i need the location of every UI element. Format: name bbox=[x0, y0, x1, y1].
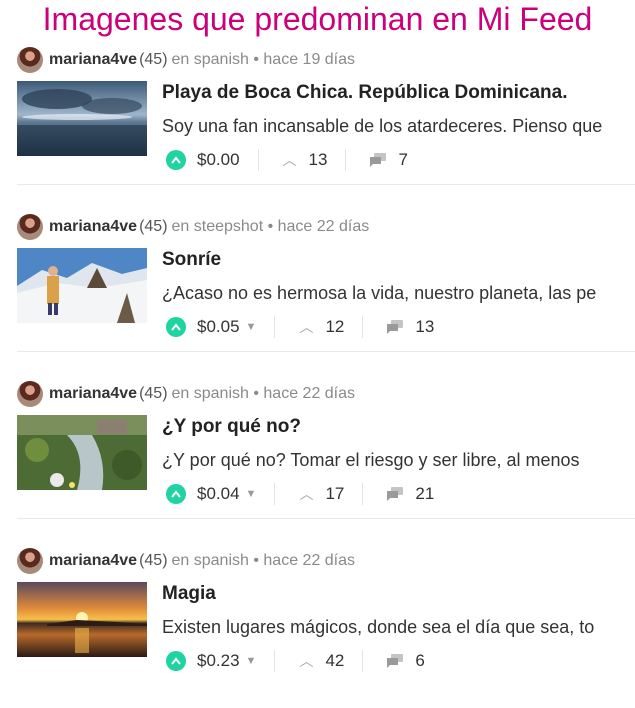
votes-chevron-icon: ︿ bbox=[299, 486, 314, 502]
post-thumbnail[interactable] bbox=[17, 248, 147, 323]
comment-count[interactable]: 21 bbox=[415, 484, 434, 504]
upvote-button[interactable] bbox=[166, 484, 186, 504]
post-separator bbox=[17, 184, 635, 185]
comment-count[interactable]: 6 bbox=[415, 651, 424, 671]
payout-value[interactable]: $0.23 bbox=[197, 651, 240, 671]
post-meta[interactable]: en spanish • hace 22 días bbox=[172, 385, 356, 403]
divider bbox=[362, 483, 364, 505]
vote-count[interactable]: 13 bbox=[309, 150, 328, 170]
chevron-up-icon bbox=[171, 490, 181, 498]
divider bbox=[274, 316, 276, 338]
post-thumbnail[interactable] bbox=[17, 582, 147, 657]
feed-post: mariana4ve (45) en steepshot • hace 22 d… bbox=[17, 214, 635, 374]
author-reputation: (45) bbox=[139, 385, 168, 402]
post-author-row: mariana4ve (45) en spanish • hace 22 día… bbox=[17, 548, 355, 574]
votes-chevron-icon: ︿ bbox=[299, 319, 314, 335]
post-thumbnail[interactable] bbox=[17, 415, 147, 490]
post-excerpt[interactable]: Soy una fan incansable de los atardecere… bbox=[162, 114, 635, 138]
author-reputation: (45) bbox=[139, 552, 168, 569]
comment-count[interactable]: 7 bbox=[398, 150, 407, 170]
post-title[interactable]: Playa de Boca Chica. República Dominican… bbox=[162, 81, 567, 105]
avatar[interactable] bbox=[17, 548, 43, 574]
payout-value[interactable]: $0.00 bbox=[197, 150, 240, 170]
author-reputation: (45) bbox=[139, 218, 168, 235]
vote-count[interactable]: 17 bbox=[325, 484, 344, 504]
upvote-button[interactable] bbox=[166, 651, 186, 671]
post-separator bbox=[17, 351, 635, 352]
divider bbox=[274, 483, 276, 505]
divider bbox=[362, 650, 364, 672]
payout-value[interactable]: $0.05 bbox=[197, 317, 240, 337]
avatar[interactable] bbox=[17, 381, 43, 407]
post-footer: $0.04 ▼ ︿ 17 21 bbox=[166, 481, 434, 507]
divider bbox=[274, 650, 276, 672]
vote-count[interactable]: 12 bbox=[325, 317, 344, 337]
comments-icon bbox=[387, 654, 404, 668]
chevron-up-icon bbox=[171, 657, 181, 665]
feed-post: mariana4ve (45) en spanish • hace 22 día… bbox=[17, 381, 635, 541]
comments-icon bbox=[387, 320, 404, 334]
comments-icon bbox=[387, 487, 404, 501]
post-footer: $0.05 ▼ ︿ 12 13 bbox=[166, 314, 434, 340]
post-excerpt[interactable]: Existen lugares mágicos, donde sea el dí… bbox=[162, 615, 635, 639]
payout-dropdown-icon[interactable]: ▼ bbox=[246, 655, 257, 667]
upvote-button[interactable] bbox=[166, 317, 186, 337]
post-title[interactable]: Sonríe bbox=[162, 248, 221, 272]
post-excerpt[interactable]: ¿Y por qué no? Tomar el riesgo y ser lib… bbox=[162, 448, 635, 472]
post-footer: $0.00 ︿ 13 7 bbox=[166, 147, 408, 173]
post-meta[interactable]: en steepshot • hace 22 días bbox=[172, 218, 370, 236]
post-excerpt[interactable]: ¿Acaso no es hermosa la vida, nuestro pl… bbox=[162, 281, 635, 305]
comments-icon bbox=[370, 153, 387, 167]
author-name[interactable]: mariana4ve bbox=[49, 552, 137, 570]
post-title[interactable]: Magia bbox=[162, 582, 216, 606]
post-separator bbox=[17, 518, 635, 519]
feed-post: mariana4ve (45) en spanish • hace 19 día… bbox=[17, 47, 635, 207]
avatar[interactable] bbox=[17, 47, 43, 73]
post-title[interactable]: ¿Y por qué no? bbox=[162, 415, 301, 439]
chevron-up-icon bbox=[171, 323, 181, 331]
post-author-row: mariana4ve (45) en spanish • hace 19 día… bbox=[17, 47, 355, 73]
post-author-row: mariana4ve (45) en steepshot • hace 22 d… bbox=[17, 214, 369, 240]
divider bbox=[362, 316, 364, 338]
vote-count[interactable]: 42 bbox=[325, 651, 344, 671]
feed-post: mariana4ve (45) en spanish • hace 22 día… bbox=[17, 548, 635, 708]
divider bbox=[345, 149, 347, 171]
votes-chevron-icon: ︿ bbox=[299, 653, 314, 669]
author-name[interactable]: mariana4ve bbox=[49, 218, 137, 236]
avatar[interactable] bbox=[17, 214, 43, 240]
author-reputation: (45) bbox=[139, 51, 168, 68]
comment-count[interactable]: 13 bbox=[415, 317, 434, 337]
author-name[interactable]: mariana4ve bbox=[49, 385, 137, 403]
post-thumbnail[interactable] bbox=[17, 81, 147, 156]
author-name[interactable]: mariana4ve bbox=[49, 51, 137, 69]
post-meta[interactable]: en spanish • hace 22 días bbox=[172, 552, 356, 570]
post-author-row: mariana4ve (45) en spanish • hace 22 día… bbox=[17, 381, 355, 407]
page-title: Imagenes que predominan en Mi Feed bbox=[42, 1, 593, 37]
chevron-up-icon bbox=[171, 156, 181, 164]
payout-value[interactable]: $0.04 bbox=[197, 484, 240, 504]
payout-dropdown-icon[interactable]: ▼ bbox=[246, 321, 257, 333]
votes-chevron-icon: ︿ bbox=[282, 152, 297, 168]
upvote-button[interactable] bbox=[166, 150, 186, 170]
post-footer: $0.23 ▼ ︿ 42 6 bbox=[166, 648, 425, 674]
payout-dropdown-icon[interactable]: ▼ bbox=[246, 488, 257, 500]
divider bbox=[257, 149, 259, 171]
post-meta[interactable]: en spanish • hace 19 días bbox=[172, 51, 356, 69]
